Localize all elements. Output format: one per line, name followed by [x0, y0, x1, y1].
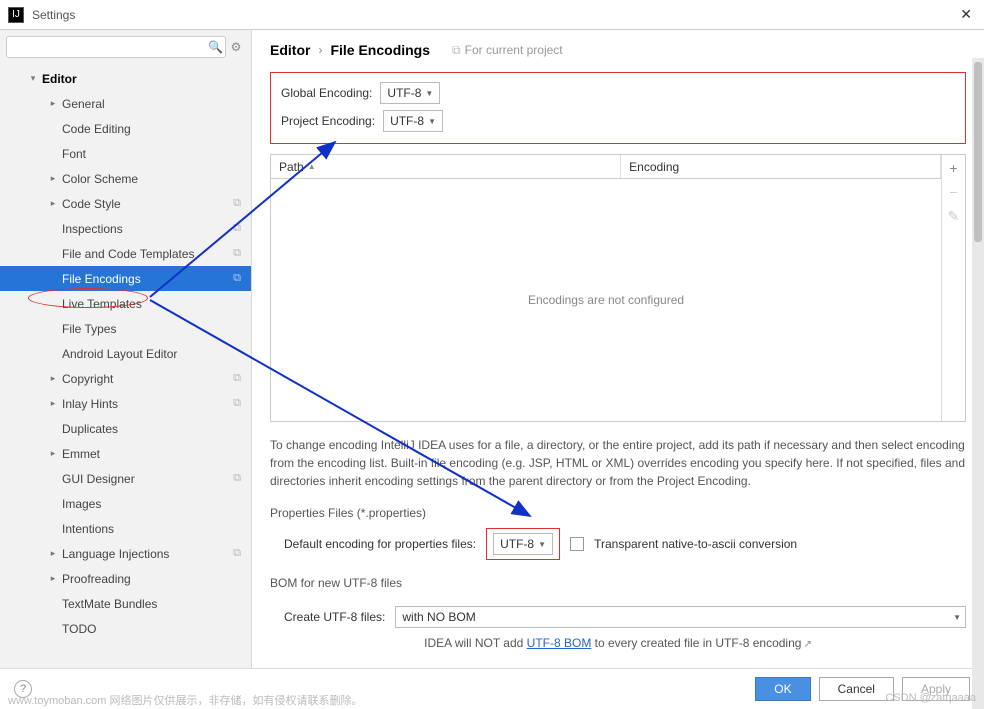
chevron-right-icon: ▸: [48, 373, 58, 384]
tree-item-images[interactable]: Images: [0, 491, 251, 516]
help-text: To change encoding IntelliJ IDEA uses fo…: [270, 436, 966, 490]
chevron-down-icon: ▾: [28, 73, 38, 84]
chevron-right-icon: ▸: [48, 98, 58, 109]
chevron-down-icon: ▼: [425, 89, 433, 98]
encoding-group-highlight: Global Encoding: UTF-8▼ Project Encoding…: [270, 72, 966, 144]
bom-label: Create UTF-8 files:: [284, 610, 385, 624]
tree-item-code-editing[interactable]: Code Editing: [0, 116, 251, 141]
chevron-right-icon: ▸: [48, 573, 58, 584]
props-encoding-combo[interactable]: UTF-8▼: [493, 533, 553, 555]
tree-item-general[interactable]: ▸General: [0, 91, 251, 116]
copy-icon: ⧉: [233, 547, 241, 560]
copy-icon: ⧉: [233, 272, 241, 285]
copy-icon: ⧉: [452, 43, 461, 58]
app-icon: IJ: [8, 7, 24, 23]
tree-item-color-scheme[interactable]: ▸Color Scheme: [0, 166, 251, 191]
remove-button: −: [945, 183, 963, 201]
chevron-right-icon: ▸: [48, 198, 58, 209]
copy-icon: ⧉: [233, 222, 241, 235]
external-link-icon: ↗: [803, 639, 811, 650]
project-encoding-combo[interactable]: UTF-8▼: [383, 110, 443, 132]
copy-icon: ⧉: [233, 247, 241, 260]
column-encoding[interactable]: Encoding: [621, 155, 941, 178]
tree-item-todo[interactable]: TODO: [0, 616, 251, 641]
close-icon[interactable]: ✕: [956, 6, 976, 23]
bom-link[interactable]: UTF-8 BOM: [527, 636, 592, 650]
tree-item-duplicates[interactable]: Duplicates: [0, 416, 251, 441]
tree-item-file-types[interactable]: File Types: [0, 316, 251, 341]
tree-item-proofreading[interactable]: ▸Proofreading: [0, 566, 251, 591]
edit-button: ✎: [945, 207, 963, 225]
project-encoding-label: Project Encoding:: [281, 114, 375, 128]
properties-section-title: Properties Files (*.properties): [270, 506, 966, 520]
props-encoding-label: Default encoding for properties files:: [284, 537, 476, 551]
encodings-table: Path ▲ Encoding Encodings are not config…: [270, 154, 966, 422]
chevron-right-icon: ▸: [48, 398, 58, 409]
tree-item-android-layout-editor[interactable]: Android Layout Editor: [0, 341, 251, 366]
chevron-down-icon: ▼: [538, 540, 546, 549]
tree-item-file-encodings[interactable]: File Encodings⧉: [0, 266, 251, 291]
breadcrumb-root[interactable]: Editor: [270, 42, 310, 58]
tree-item-file-and-code-templates[interactable]: File and Code Templates⧉: [0, 241, 251, 266]
sidebar: 🔍 ⚙ ▾Editor▸GeneralCode EditingFont▸Colo…: [0, 30, 252, 668]
tree-item-emmet[interactable]: ▸Emmet: [0, 441, 251, 466]
scope-badge: ⧉ For current project: [452, 43, 563, 58]
transparent-ascii-checkbox[interactable]: [570, 537, 584, 551]
tree-item-code-style[interactable]: ▸Code Style⧉: [0, 191, 251, 216]
titlebar: IJ Settings ✕: [0, 0, 984, 30]
window-title: Settings: [32, 8, 956, 22]
breadcrumb: Editor › File Encodings ⧉ For current pr…: [270, 42, 966, 58]
breadcrumb-current: File Encodings: [330, 42, 430, 58]
chevron-right-icon: ▸: [48, 448, 58, 459]
table-empty-text: Encodings are not configured: [271, 179, 941, 421]
chevron-right-icon: ›: [318, 43, 322, 57]
annotation-box: UTF-8▼: [486, 528, 560, 560]
copy-icon: ⧉: [233, 197, 241, 210]
tree-item-font[interactable]: Font: [0, 141, 251, 166]
global-encoding-label: Global Encoding:: [281, 86, 372, 100]
tree-item-inspections[interactable]: Inspections⧉: [0, 216, 251, 241]
tree-item-gui-designer[interactable]: GUI Designer⧉: [0, 466, 251, 491]
bom-section-title: BOM for new UTF-8 files: [270, 576, 966, 590]
chevron-right-icon: ▸: [48, 548, 58, 559]
tree-item-copyright[interactable]: ▸Copyright⧉: [0, 366, 251, 391]
chevron-right-icon: ▸: [48, 173, 58, 184]
tree-item-inlay-hints[interactable]: ▸Inlay Hints⧉: [0, 391, 251, 416]
chevron-down-icon: ▼: [428, 117, 436, 126]
content-pane: Editor › File Encodings ⧉ For current pr…: [252, 30, 984, 668]
bom-note: IDEA will NOT add UTF-8 BOM to every cre…: [270, 636, 966, 650]
copy-icon: ⧉: [233, 472, 241, 485]
settings-tree[interactable]: ▾Editor▸GeneralCode EditingFont▸Color Sc…: [0, 64, 251, 668]
transparent-ascii-label: Transparent native-to-ascii conversion: [594, 537, 797, 551]
search-input[interactable]: [6, 36, 226, 58]
filter-icon[interactable]: ⚙: [227, 38, 245, 56]
global-encoding-combo[interactable]: UTF-8▼: [380, 82, 440, 104]
tree-item-language-injections[interactable]: ▸Language Injections⧉: [0, 541, 251, 566]
copy-icon: ⧉: [233, 397, 241, 410]
chevron-down-icon: ▼: [953, 613, 961, 622]
watermark: www.toymoban.com 网络图片仅供展示，非存储，如有侵权请联系删除。…: [8, 692, 976, 708]
tree-item-intentions[interactable]: Intentions: [0, 516, 251, 541]
sort-asc-icon: ▲: [308, 162, 316, 171]
column-path[interactable]: Path ▲: [271, 155, 621, 178]
tree-item-textmate-bundles[interactable]: TextMate Bundles: [0, 591, 251, 616]
add-button[interactable]: +: [945, 159, 963, 177]
tree-group-editor[interactable]: ▾Editor: [0, 66, 251, 91]
tree-item-live-templates[interactable]: Live Templates: [0, 291, 251, 316]
copy-icon: ⧉: [233, 372, 241, 385]
bom-combo[interactable]: with NO BOM▼: [395, 606, 966, 628]
table-toolbar: + − ✎: [941, 155, 965, 421]
